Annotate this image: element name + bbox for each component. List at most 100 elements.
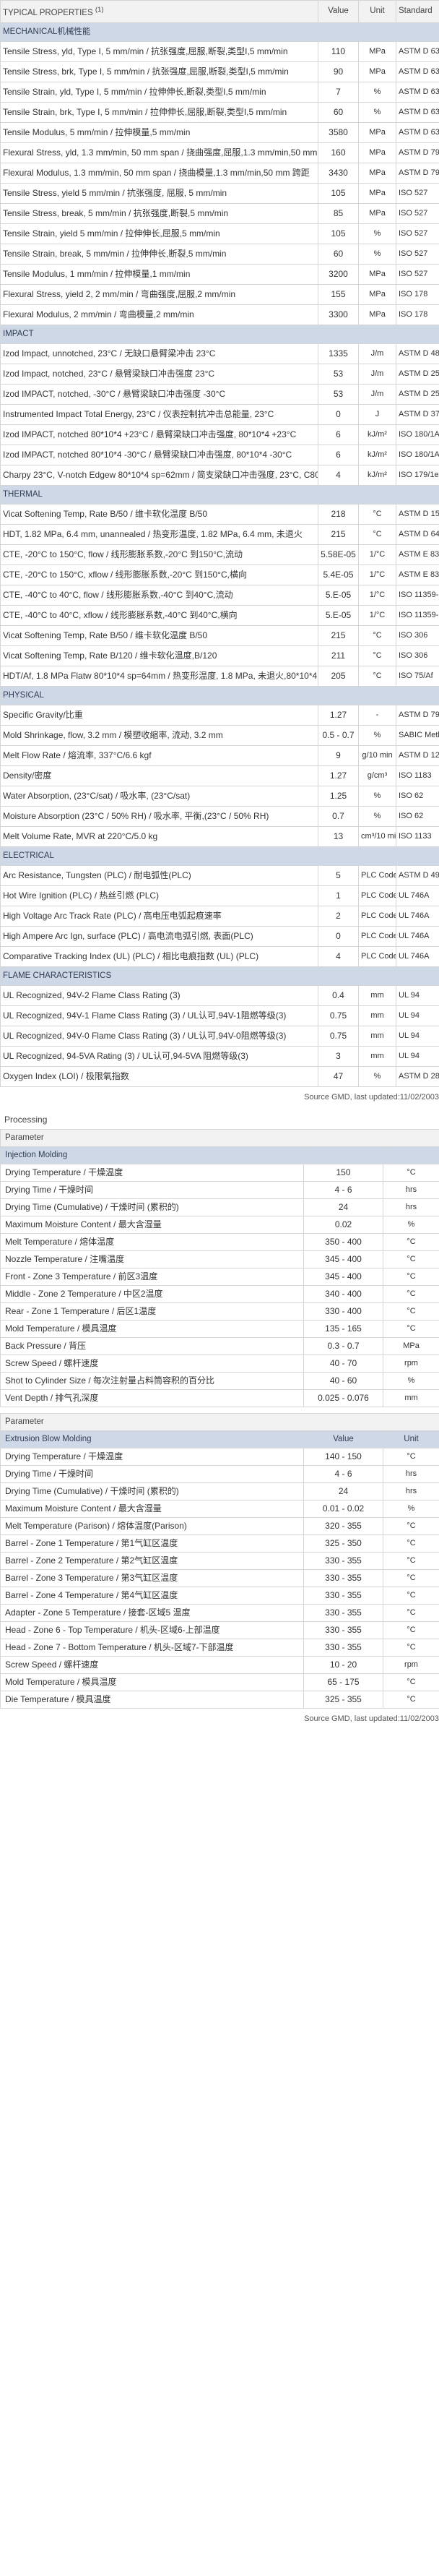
property-unit: cm³/10 min	[358, 825, 396, 847]
parameter-unit: °C	[382, 1673, 439, 1691]
parameter-row: Drying Time (Cumulative) / 干燥时间 (累积的) 24 h…	[0, 1482, 439, 1500]
property-row: Flexural Modulus, 1.3 mm/min, 50 mm span…	[0, 162, 439, 184]
property-value: 53	[318, 363, 359, 385]
parameter-unit: °C	[382, 1284, 439, 1303]
parameter-name: Shot to Cylinder Size / 每次注射量占料筒容积的百分比	[0, 1371, 304, 1390]
property-standard: ISO 75/Af	[396, 665, 439, 687]
property-value: 5.E-05	[318, 604, 359, 626]
property-standard: ISO 180/1A	[396, 424, 439, 445]
property-row: Oxygen Index (LOI) / 极限氧指数47%ASTM D 2863	[0, 1065, 439, 1087]
property-row: Izod Impact, notched, 23°C / 悬臂梁缺口冲击强度 2…	[0, 363, 439, 385]
property-value: 0.75	[318, 1005, 359, 1026]
property-standard: ISO 178	[396, 283, 439, 305]
parameter-unit: hrs	[382, 1180, 439, 1199]
property-unit: 1/°C	[358, 544, 396, 565]
processing-table: Parameter Injection Molding Drying Tempera…	[0, 1128, 439, 1407]
property-standard: ISO 306	[396, 624, 439, 646]
parameter-unit: °C	[382, 1586, 439, 1605]
property-unit: J/m	[358, 363, 396, 385]
properties-title: TYPICAL PROPERTIES (1)	[0, 0, 318, 23]
property-row: Mold Shrinkage, flow, 3.2 mm / 模塑收缩率, 流动…	[0, 724, 439, 746]
property-standard: ASTM D 1525	[396, 503, 439, 525]
parameter-unit: °C	[382, 1232, 439, 1251]
property-value: 13	[318, 825, 359, 847]
property-value: 0.4	[318, 984, 359, 1006]
property-name: Water Absorption, (23°C/sat) / 吸水率, (23°…	[0, 785, 318, 807]
property-row: Hot Wire Ignition (PLC) / 热丝引燃 (PLC) 1 PLC…	[0, 885, 439, 906]
property-standard: UL 94	[396, 984, 439, 1006]
parameter-name: Nozzle Temperature / 注嘴温度	[0, 1250, 304, 1268]
parameter-row: Barrel - Zone 1 Temperature / 第1气缸区温度 325…	[0, 1534, 439, 1553]
property-value: 1.25	[318, 785, 359, 807]
parameter-row: Melt Temperature / 熔体温度 350 - 400 °C	[0, 1232, 439, 1251]
property-standard: ISO 1183	[396, 765, 439, 786]
property-standard: ISO 11359-2	[396, 584, 439, 606]
property-standard: ISO 62	[396, 785, 439, 807]
property-name: UL Recognized, 94V-1 Flame Class Rating …	[0, 1005, 318, 1026]
parameter-value: 330 - 400	[303, 1302, 383, 1321]
property-standard: UL 94	[396, 1005, 439, 1026]
property-standard: SABIC Method	[396, 724, 439, 746]
parameter-row: Melt Temperature (Parison) / 熔体温度(Pariso…	[0, 1516, 439, 1535]
parameter-header-row: Parameter	[0, 1128, 439, 1147]
parameter-value: 40 - 70	[303, 1354, 383, 1373]
section-title: IMPACT	[0, 324, 439, 344]
parameter-name: Mold Temperature / 模具温度	[0, 1673, 304, 1691]
property-value: 5.E-05	[318, 584, 359, 606]
property-standard: UL 746A	[396, 905, 439, 927]
property-unit: °C	[358, 665, 396, 687]
parameter-value: 4 - 6	[303, 1180, 383, 1199]
parameter-name: Screw Speed / 螺杆速度	[0, 1655, 304, 1674]
property-unit: MPa	[358, 283, 396, 305]
parameter-name: Drying Time (Cumulative) / 干燥时间 (累积的)	[0, 1198, 304, 1216]
property-unit: mm	[358, 1045, 396, 1067]
property-value: 105	[318, 223, 359, 244]
property-name: Flexural Modulus, 2 mm/min / 弯曲模量,2 mm/m…	[0, 304, 318, 325]
property-standard: ISO 62	[396, 805, 439, 827]
property-value: 105	[318, 182, 359, 204]
property-unit: %	[358, 101, 396, 123]
section-header-row: PHYSICAL	[0, 685, 439, 705]
property-row: Flexural Stress, yld, 1.3 mm/min, 50 mm …	[0, 142, 439, 163]
parameter-value: 350 - 400	[303, 1232, 383, 1251]
property-row: Izod Impact, unnotched, 23°C / 无缺口悬臂梁冲击 …	[0, 343, 439, 364]
property-unit: 1/°C	[358, 604, 396, 626]
property-unit: J/m	[358, 383, 396, 405]
property-value: 60	[318, 101, 359, 123]
property-name: CTE, -40°C to 40°C, xflow / 线形膨胀系数,-40°C…	[0, 604, 318, 626]
property-name: CTE, -40°C to 40°C, flow / 线形膨胀系数,-40°C …	[0, 584, 318, 606]
property-unit: MPa	[358, 304, 396, 325]
property-standard: ASTM D 256	[396, 363, 439, 385]
property-value: 5.4E-05	[318, 564, 359, 585]
property-standard: ASTM D 256	[396, 383, 439, 405]
property-row: CTE, -20°C to 150°C, xflow / 线形膨胀系数,-20°…	[0, 564, 439, 585]
property-unit: J/m	[358, 343, 396, 364]
property-unit: %	[358, 724, 396, 746]
property-name: Mold Shrinkage, flow, 3.2 mm / 模塑收缩率, 流动…	[0, 724, 318, 746]
property-row: High Ampere Arc Ign, surface (PLC) / 高电流…	[0, 925, 439, 947]
process-title-row: Injection Molding	[0, 1146, 439, 1164]
parameter-name: Drying Time / 干燥时间	[0, 1464, 304, 1483]
parameter-value: 40 - 60	[303, 1371, 383, 1390]
property-row: Tensile Strain, yld, Type I, 5 mm/min / …	[0, 81, 439, 103]
datasheet-page: TYPICAL PROPERTIES (1) Value Unit Standa…	[0, 0, 439, 1729]
property-standard: ISO 527	[396, 263, 439, 285]
property-unit: mm	[358, 1005, 396, 1026]
process-unit-header	[382, 1146, 439, 1164]
property-row: Tensile Modulus, 5 mm/min / 拉伸模量,5 mm/mi…	[0, 121, 439, 143]
parameter-name: Front - Zone 3 Temperature / 前区3温度	[0, 1267, 304, 1286]
parameter-row: Middle - Zone 2 Temperature / 中区2温度 340 -…	[0, 1284, 439, 1303]
property-name: Izod Impact, notched, 23°C / 悬臂梁缺口冲击强度 2…	[0, 363, 318, 385]
property-unit: kJ/m²	[358, 464, 396, 486]
parameter-value: 320 - 355	[303, 1516, 383, 1535]
parameter-unit: °C	[382, 1447, 439, 1466]
property-name: Tensile Stress, yield 5 mm/min / 抗张强度, 屈…	[0, 182, 318, 204]
property-unit: °C	[358, 624, 396, 646]
property-standard: ISO 306	[396, 645, 439, 666]
property-value: 90	[318, 61, 359, 82]
unit-column-header: Unit	[358, 0, 396, 23]
parameter-value: 24	[303, 1482, 383, 1500]
property-row: Instrumented Impact Total Energy, 23°C /…	[0, 403, 439, 425]
parameter-row: Mold Temperature / 模具温度 65 - 175 °C	[0, 1673, 439, 1691]
section-header-row: THERMAL	[0, 484, 439, 505]
